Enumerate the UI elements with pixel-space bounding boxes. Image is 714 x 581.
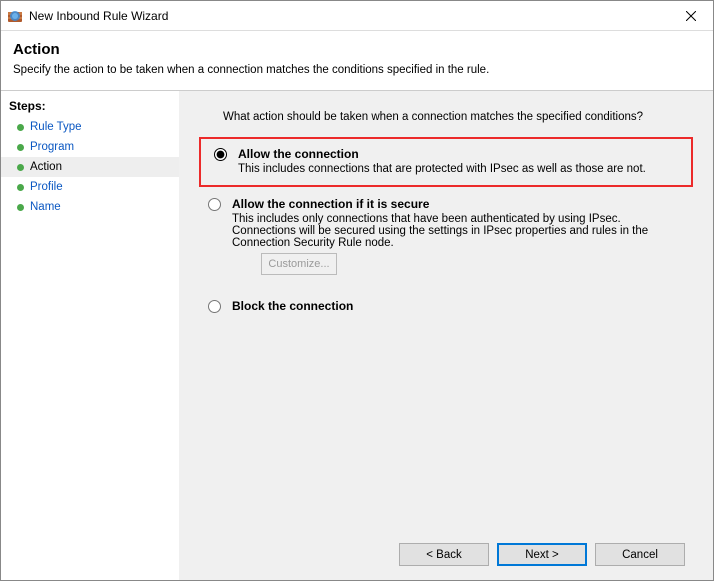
option-text: Allow the connection if it is secure Thi… [232,197,662,275]
bullet-icon [17,144,24,151]
bullet-icon [17,164,24,171]
radio-allow-secure[interactable] [208,198,221,211]
radio-block[interactable] [208,300,221,313]
spacer [195,323,697,533]
option-text: Allow the connection This includes conne… [238,147,646,175]
option-text: Block the connection [232,299,353,313]
step-label: Profile [30,181,63,193]
option-block[interactable]: Block the connection [203,299,689,313]
bullet-icon [17,184,24,191]
step-label: Action [30,161,62,173]
bullet-icon [17,124,24,131]
step-label: Name [30,201,61,213]
window-title: New Inbound Rule Wizard [29,9,668,23]
firewall-icon [7,8,23,24]
wizard-window: New Inbound Rule Wizard Action Specify t… [0,0,714,581]
close-button[interactable] [668,1,713,31]
option-label: Allow the connection [238,147,646,161]
bullet-icon [17,204,24,211]
step-profile[interactable]: Profile [1,177,179,197]
page-subtitle: Specify the action to be taken when a co… [13,64,701,76]
sidebar: Steps: Rule Type Program Action Profile … [1,91,179,580]
highlight-box: Allow the connection This includes conne… [199,137,693,187]
option-label: Allow the connection if it is secure [232,197,662,211]
button-row: < Back Next > Cancel [195,533,697,580]
option-allow[interactable]: Allow the connection This includes conne… [209,147,683,175]
option-desc: This includes only connections that have… [232,213,662,249]
option-desc: This includes connections that are prote… [238,163,646,175]
cancel-button[interactable]: Cancel [595,543,685,566]
option-allow-secure[interactable]: Allow the connection if it is secure Thi… [203,197,689,275]
back-button[interactable]: < Back [399,543,489,566]
option-label: Block the connection [232,299,353,313]
content-panel: What action should be taken when a conne… [179,91,713,580]
customize-button: Customize... [261,253,337,275]
step-label: Rule Type [30,121,82,133]
step-action[interactable]: Action [1,157,179,177]
titlebar: New Inbound Rule Wizard [1,1,713,31]
body: Steps: Rule Type Program Action Profile … [1,91,713,580]
page-title: Action [13,41,701,58]
close-icon [686,11,696,21]
radio-allow[interactable] [214,148,227,161]
question-text: What action should be taken when a conne… [223,111,697,123]
next-button[interactable]: Next > [497,543,587,566]
header: Action Specify the action to be taken wh… [1,31,713,90]
step-name[interactable]: Name [1,197,179,217]
step-rule-type[interactable]: Rule Type [1,117,179,137]
step-program[interactable]: Program [1,137,179,157]
steps-label: Steps: [1,97,179,117]
step-label: Program [30,141,74,153]
